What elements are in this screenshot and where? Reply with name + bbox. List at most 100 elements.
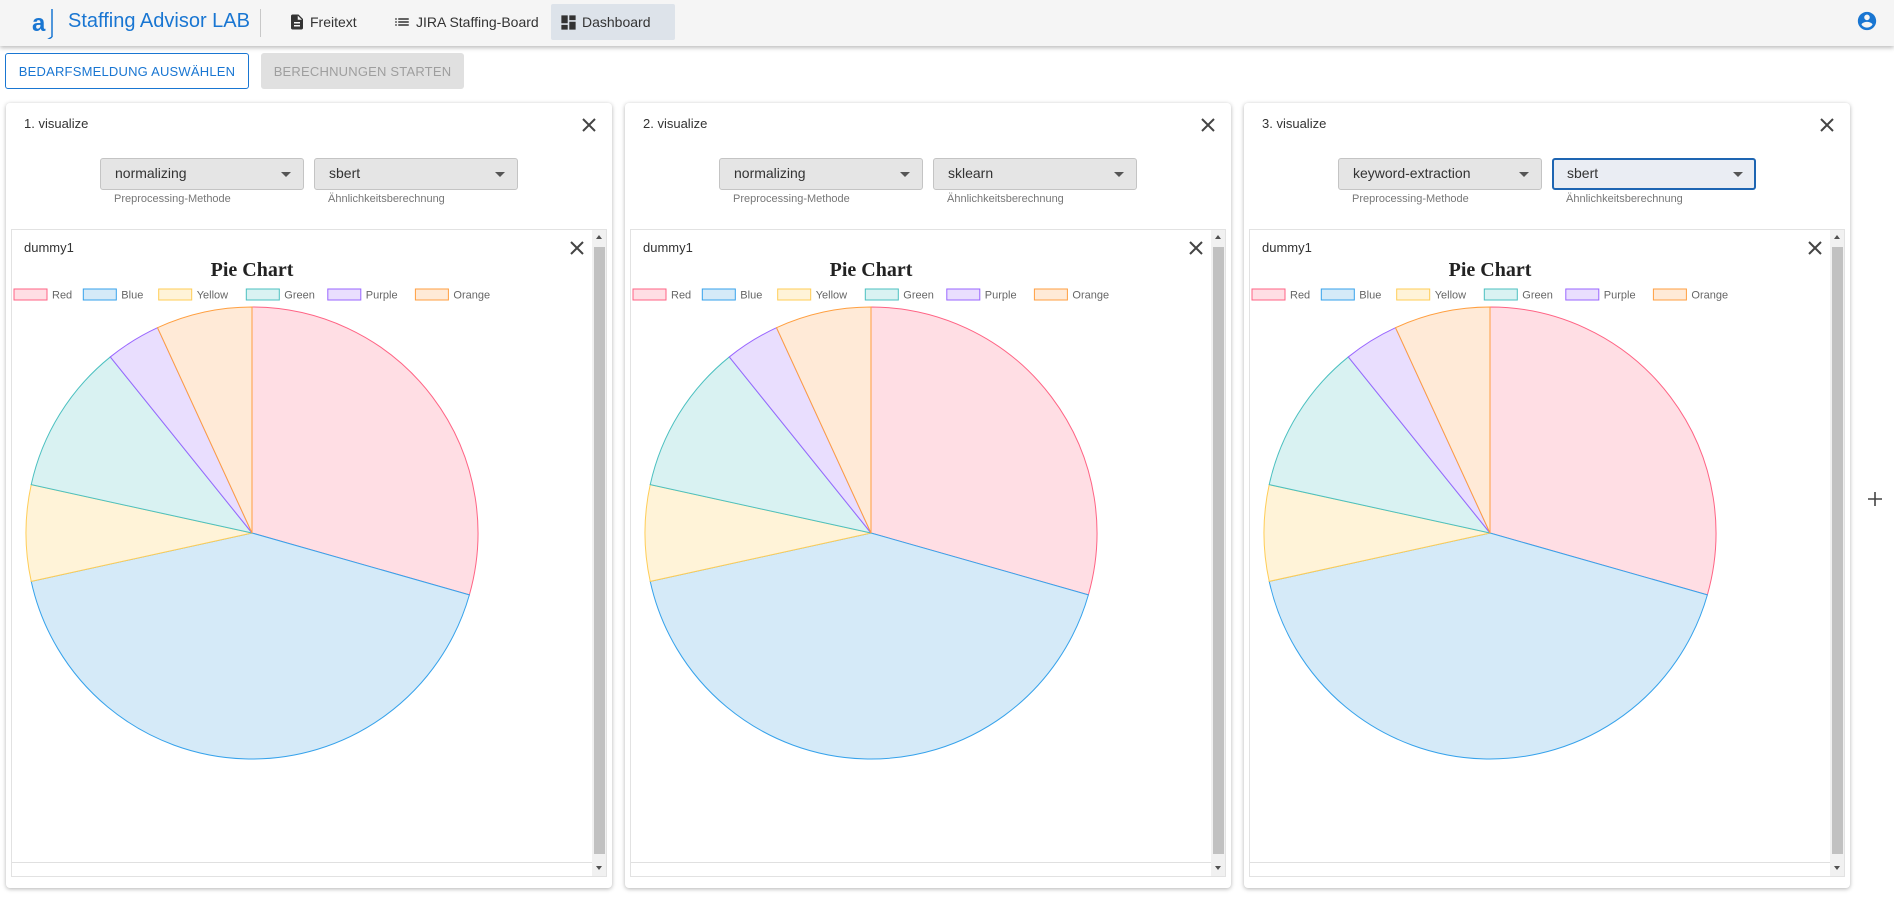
legend-item-purple[interactable]: Purple bbox=[1565, 288, 1636, 302]
divider bbox=[12, 862, 592, 863]
legend-item-blue[interactable]: Blue bbox=[82, 288, 143, 302]
nav-jira-staffing-board[interactable]: JIRA Staffing-Board bbox=[384, 4, 549, 40]
legend-label: Yellow bbox=[197, 290, 228, 302]
vertical-scrollbar[interactable] bbox=[1211, 230, 1225, 876]
legend-label: Yellow bbox=[1435, 290, 1466, 302]
similarity-value: sbert bbox=[1567, 165, 1599, 181]
close-icon[interactable] bbox=[581, 117, 597, 133]
vertical-scrollbar[interactable] bbox=[592, 230, 606, 876]
legend-item-yellow[interactable]: Yellow bbox=[1396, 288, 1466, 302]
scroll-down-icon[interactable] bbox=[596, 866, 602, 870]
legend-item-red[interactable]: Red bbox=[632, 288, 691, 302]
chevron-down-icon bbox=[900, 172, 910, 177]
legend-item-orange[interactable]: Orange bbox=[1033, 288, 1109, 302]
close-icon[interactable] bbox=[1200, 117, 1216, 133]
divider bbox=[260, 9, 261, 37]
legend-item-purple[interactable]: Purple bbox=[946, 288, 1017, 302]
legend-item-red[interactable]: Red bbox=[13, 288, 72, 302]
similarity-select[interactable]: sklearn bbox=[933, 158, 1137, 190]
preprocessing-hint: Preprocessing-Methode bbox=[114, 193, 231, 205]
preprocessing-value: normalizing bbox=[115, 165, 187, 181]
preprocessing-value: normalizing bbox=[734, 165, 806, 181]
scroll-thumb[interactable] bbox=[1832, 247, 1843, 854]
legend-item-green[interactable]: Green bbox=[1483, 288, 1553, 302]
legend-label: Red bbox=[671, 290, 691, 302]
account-circle-icon[interactable] bbox=[1856, 10, 1878, 32]
preprocessing-select[interactable]: normalizing bbox=[100, 158, 304, 190]
start-calculations-button[interactable]: BERECHNUNGEN STARTEN bbox=[261, 53, 464, 89]
nav-freitext[interactable]: Freitext bbox=[280, 4, 367, 40]
preprocessing-select[interactable]: keyword-extraction bbox=[1338, 158, 1542, 190]
legend-swatch bbox=[864, 288, 899, 301]
scroll-up-icon[interactable] bbox=[1834, 235, 1840, 239]
plus-icon[interactable] bbox=[1866, 490, 1884, 508]
svg-text:a: a bbox=[32, 10, 46, 37]
legend-swatch bbox=[1320, 288, 1355, 301]
legend-item-red[interactable]: Red bbox=[1251, 288, 1310, 302]
nav-jira-label: JIRA Staffing-Board bbox=[416, 14, 539, 30]
scroll-down-icon[interactable] bbox=[1834, 866, 1840, 870]
legend-item-orange[interactable]: Orange bbox=[1652, 288, 1728, 302]
scroll-up-icon[interactable] bbox=[596, 235, 602, 239]
nav-dashboard[interactable]: Dashboard bbox=[551, 4, 675, 40]
legend-swatch bbox=[1652, 288, 1687, 301]
legend-item-blue[interactable]: Blue bbox=[1320, 288, 1381, 302]
scroll-thumb[interactable] bbox=[594, 247, 605, 854]
legend-item-purple[interactable]: Purple bbox=[327, 288, 398, 302]
legend-swatch bbox=[1396, 288, 1431, 301]
visualize-panel-3: 3. visualize keyword-extraction Preproce… bbox=[1244, 103, 1850, 888]
legend-item-green[interactable]: Green bbox=[245, 288, 315, 302]
legend-label: Red bbox=[1290, 290, 1310, 302]
preprocessing-value: keyword-extraction bbox=[1353, 165, 1471, 181]
legend-swatch bbox=[82, 288, 117, 301]
chart-card: dummy1 Pie Chart Red Blue Yellow Green Purple… bbox=[11, 229, 607, 877]
legend-label: Green bbox=[903, 290, 934, 302]
chart-card: dummy1 Pie Chart Red Blue Yellow Green Purple… bbox=[1249, 229, 1845, 877]
legend-swatch bbox=[327, 288, 362, 301]
chevron-down-icon bbox=[1519, 172, 1529, 177]
chevron-down-icon bbox=[495, 172, 505, 177]
chart-title: Pie Chart bbox=[1449, 259, 1532, 281]
vertical-scrollbar[interactable] bbox=[1830, 230, 1844, 876]
legend-swatch bbox=[1565, 288, 1600, 301]
pie-chart: Pie Chart Red Blue Yellow Green Purple Orange bbox=[13, 259, 490, 760]
panel-title: 1. visualize bbox=[24, 116, 89, 131]
legend-label: Orange bbox=[453, 290, 490, 302]
legend-swatch bbox=[701, 288, 736, 301]
legend-label: Blue bbox=[740, 290, 762, 302]
legend-label: Red bbox=[52, 290, 72, 302]
legend-swatch bbox=[1251, 288, 1286, 301]
divider bbox=[631, 862, 1211, 863]
chevron-down-icon bbox=[1733, 172, 1743, 177]
legend-swatch bbox=[13, 288, 48, 301]
legend-swatch bbox=[414, 288, 449, 301]
scroll-down-icon[interactable] bbox=[1215, 866, 1221, 870]
legend-item-orange[interactable]: Orange bbox=[414, 288, 490, 302]
app-title[interactable]: Staffing Advisor LAB bbox=[68, 10, 250, 33]
legend-item-green[interactable]: Green bbox=[864, 288, 934, 302]
legend-swatch bbox=[1483, 288, 1518, 301]
list-icon bbox=[395, 18, 409, 26]
similarity-select[interactable]: sbert bbox=[1552, 158, 1756, 190]
scroll-thumb[interactable] bbox=[1213, 247, 1224, 854]
preprocessing-hint: Preprocessing-Methode bbox=[733, 193, 850, 205]
chevron-down-icon bbox=[1114, 172, 1124, 177]
chart-card: dummy1 Pie Chart Red Blue Yellow Green Purple… bbox=[630, 229, 1226, 877]
legend-label: Green bbox=[1522, 290, 1553, 302]
preprocessing-select[interactable]: normalizing bbox=[719, 158, 923, 190]
chart-title: Pie Chart bbox=[830, 259, 913, 281]
legend-label: Green bbox=[284, 290, 315, 302]
close-icon[interactable] bbox=[1819, 117, 1835, 133]
legend-label: Orange bbox=[1072, 290, 1109, 302]
similarity-select[interactable]: sbert bbox=[314, 158, 518, 190]
legend-item-yellow[interactable]: Yellow bbox=[158, 288, 228, 302]
legend-label: Yellow bbox=[816, 290, 847, 302]
select-requirement-button[interactable]: BEDARFSMELDUNG AUSWÄHLEN bbox=[5, 53, 249, 89]
scroll-up-icon[interactable] bbox=[1215, 235, 1221, 239]
divider bbox=[1250, 862, 1830, 863]
legend-item-blue[interactable]: Blue bbox=[701, 288, 762, 302]
preprocessing-hint: Preprocessing-Methode bbox=[1352, 193, 1469, 205]
visualize-panel-1: 1. visualize normalizing Preprocessing-M… bbox=[6, 103, 612, 888]
legend-item-yellow[interactable]: Yellow bbox=[777, 288, 847, 302]
panel-title: 2. visualize bbox=[643, 116, 708, 131]
